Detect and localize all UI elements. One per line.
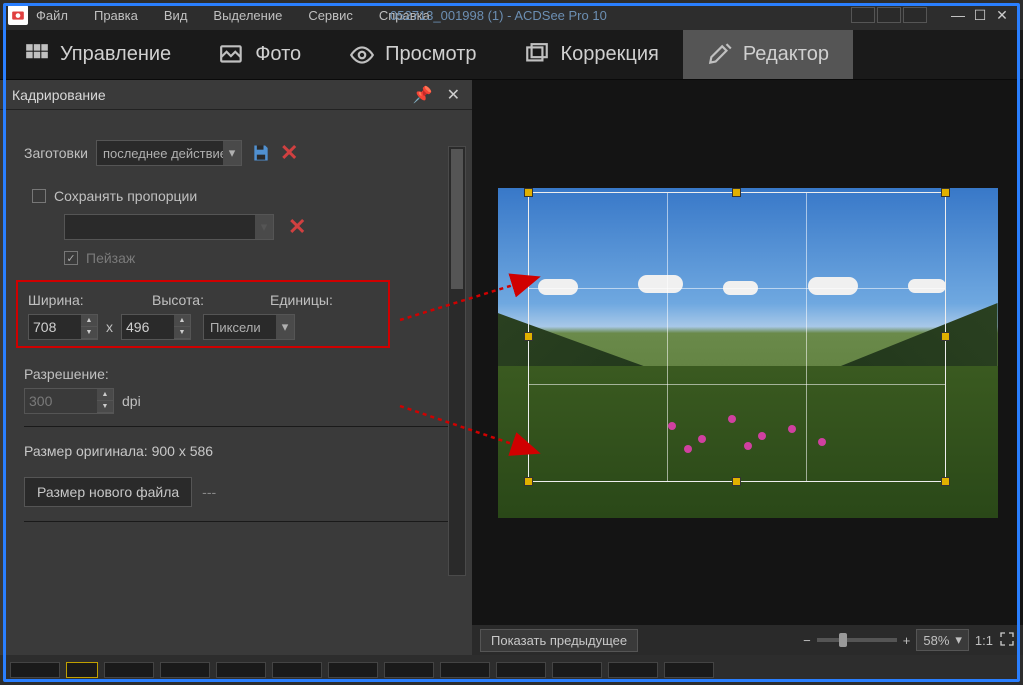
crop-handle[interactable] (732, 477, 741, 486)
mode-photo[interactable]: Фото (195, 30, 325, 79)
zoom-in-button[interactable]: + (903, 633, 911, 648)
filmstrip-item[interactable] (10, 662, 60, 678)
mode-view[interactable]: Просмотр (325, 30, 500, 79)
filmstrip-item[interactable] (272, 662, 322, 678)
original-size-text: Размер оригинала: 900 x 586 (24, 443, 448, 459)
filmstrip-item[interactable] (328, 662, 378, 678)
window-title: 052713_001998 (1) - ACDSee Pro 10 (390, 8, 607, 23)
filmstrip-item[interactable] (66, 662, 98, 678)
mode-photo-label: Фото (255, 43, 301, 66)
menu-service[interactable]: Сервис (308, 8, 353, 23)
zoom-slider[interactable] (817, 638, 897, 642)
presets-label: Заготовки (24, 145, 88, 161)
new-file-size-value: --- (202, 484, 216, 500)
units-label: Единицы: (270, 292, 333, 308)
width-input[interactable]: 708 ▲▼ (28, 314, 98, 340)
mode-edit[interactable]: Редактор (683, 30, 853, 79)
ratio-select[interactable]: ▾ (64, 214, 274, 240)
units-select[interactable]: Пиксели ▾ (203, 314, 295, 340)
panel-title: Кадрирование (12, 87, 106, 103)
crop-handle[interactable] (524, 477, 533, 486)
filmstrip (0, 655, 1023, 685)
mode-view-label: Просмотр (385, 43, 476, 66)
close-button[interactable]: ✕ (991, 6, 1013, 24)
crop-handle[interactable] (524, 332, 533, 341)
crop-handle[interactable] (732, 188, 741, 197)
filmstrip-item[interactable] (664, 662, 714, 678)
menu-view[interactable]: Вид (164, 8, 188, 23)
clear-ratio-icon[interactable]: ✕ (288, 214, 306, 240)
spinner-icon[interactable]: ▲▼ (81, 315, 97, 339)
presets-select[interactable]: последнее действие ▾ (96, 140, 242, 166)
mode-develop[interactable]: Коррекция (500, 30, 682, 79)
chevron-down-icon: ▾ (276, 315, 294, 339)
maximize-button[interactable]: ☐ (969, 6, 991, 24)
filmstrip-item[interactable] (160, 662, 210, 678)
crop-handle[interactable] (941, 332, 950, 341)
show-previous-button[interactable]: Показать предыдущее (480, 629, 638, 652)
keep-ratio-checkbox[interactable] (32, 189, 46, 203)
fit-screen-icon[interactable] (999, 631, 1015, 650)
keep-ratio-label: Сохранять пропорции (54, 188, 197, 204)
image-area: Показать предыдущее − + 58%▾ 1:1 (472, 80, 1023, 655)
layout-switcher[interactable] (851, 7, 927, 23)
filmstrip-item[interactable] (216, 662, 266, 678)
mode-manage[interactable]: Управление (0, 30, 195, 79)
save-preset-icon[interactable] (250, 142, 272, 164)
filmstrip-item[interactable] (608, 662, 658, 678)
menu-edit[interactable]: Правка (94, 8, 138, 23)
menu-bar: Файл Правка Вид Выделение Сервис Справка… (0, 0, 1023, 30)
width-label: Ширина: (28, 292, 122, 308)
new-file-size-button[interactable]: Размер нового файла (24, 477, 192, 507)
menu-select[interactable]: Выделение (213, 8, 282, 23)
image-viewport[interactable] (472, 80, 1023, 625)
landscape-checkbox[interactable] (64, 251, 78, 265)
zoom-percent[interactable]: 58%▾ (916, 629, 969, 651)
panel-scrollbar[interactable] (448, 146, 466, 576)
filmstrip-item[interactable] (440, 662, 490, 678)
by-label: x (106, 319, 113, 335)
delete-preset-icon[interactable]: ✕ (280, 140, 298, 166)
mode-edit-label: Редактор (743, 43, 829, 66)
mode-tabs: Управление Фото Просмотр Коррекция Редак… (0, 30, 1023, 80)
crop-handle[interactable] (941, 188, 950, 197)
app-icon (8, 5, 28, 25)
minimize-button[interactable]: — (947, 6, 969, 24)
dimensions-block: Ширина: Высота: Единицы: 708 ▲▼ x 496 ▲▼ (16, 280, 390, 348)
close-panel-icon[interactable]: ✕ (447, 85, 460, 105)
mode-develop-label: Коррекция (560, 43, 658, 66)
filmstrip-item[interactable] (384, 662, 434, 678)
filmstrip-item[interactable] (496, 662, 546, 678)
photo-preview (498, 188, 998, 518)
spinner-icon[interactable]: ▲▼ (174, 315, 190, 339)
chevron-down-icon: ▾ (255, 215, 273, 239)
crop-panel: Кадрирование 📌 ✕ Заготовки последнее дей… (0, 80, 472, 655)
chevron-down-icon: ▾ (955, 632, 962, 648)
crop-handle[interactable] (524, 188, 533, 197)
resolution-input[interactable]: 300 ▲▼ (24, 388, 114, 414)
mode-manage-label: Управление (60, 43, 171, 66)
height-input[interactable]: 496 ▲▼ (121, 314, 191, 340)
filmstrip-item[interactable] (104, 662, 154, 678)
landscape-label: Пейзаж (86, 250, 135, 266)
spinner-icon[interactable]: ▲▼ (97, 389, 113, 413)
one-to-one-button[interactable]: 1:1 (975, 633, 993, 648)
crop-handle[interactable] (941, 477, 950, 486)
pin-icon[interactable]: 📌 (413, 85, 433, 105)
resolution-label: Разрешение: (24, 366, 448, 382)
crop-overlay[interactable] (528, 192, 946, 482)
zoom-out-button[interactable]: − (803, 633, 811, 648)
chevron-down-icon: ▾ (223, 141, 241, 165)
zoom-bar: Показать предыдущее − + 58%▾ 1:1 (472, 625, 1023, 655)
dpi-label: dpi (122, 393, 141, 409)
height-label: Высота: (152, 292, 240, 308)
filmstrip-item[interactable] (552, 662, 602, 678)
menu-file[interactable]: Файл (36, 8, 68, 23)
